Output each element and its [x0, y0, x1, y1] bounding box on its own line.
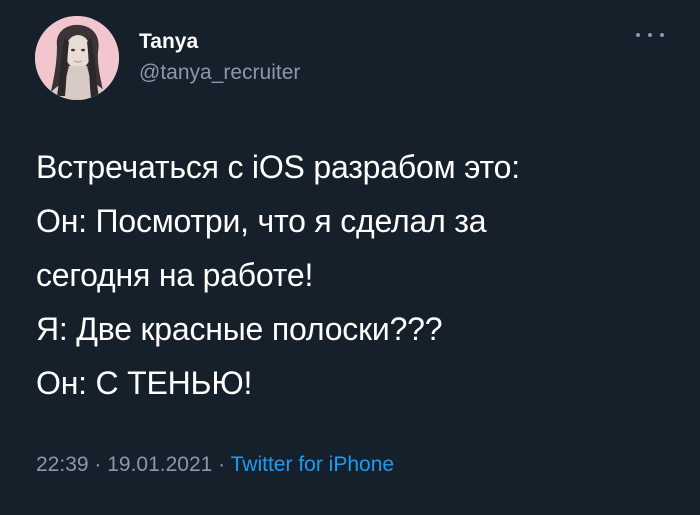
tweet-time[interactable]: 22:39	[36, 453, 89, 476]
tweet-text: Встречаться с iOS разрабом это: Он: Посм…	[36, 140, 676, 410]
more-dot	[636, 33, 640, 37]
meta-separator: ·	[88, 453, 108, 476]
avatar-photo	[35, 16, 119, 100]
tweet-source-link[interactable]: Twitter for iPhone	[231, 453, 394, 476]
avatar[interactable]	[35, 16, 119, 100]
tweet-line: Встречаться с iOS разрабом это:	[36, 149, 520, 185]
tweet-line: Он: Посмотри, что я сделал за	[36, 203, 487, 239]
meta-separator: ·	[212, 453, 231, 476]
more-horizontal-icon[interactable]	[636, 28, 664, 42]
tweet-date[interactable]: 19.01.2021	[107, 453, 212, 476]
more-dot	[648, 33, 652, 37]
author-display-name[interactable]: Tanya	[139, 29, 300, 55]
tweet-meta: 22:39 · 19.01.2021 · Twitter for iPhone	[36, 450, 394, 480]
more-dot	[660, 33, 664, 37]
tweet-line: Он: С ТЕНЬЮ!	[36, 365, 253, 401]
tweet-line: Я: Две красные полоски???	[36, 311, 443, 347]
author-handle[interactable]: @tanya_recruiter	[139, 59, 300, 87]
tweet-header: Tanya @tanya_recruiter	[35, 16, 300, 100]
author-names: Tanya @tanya_recruiter	[139, 29, 300, 87]
tweet: Tanya @tanya_recruiter Встречаться с iOS…	[0, 0, 700, 515]
tweet-line: сегодня на работе!	[36, 257, 314, 293]
